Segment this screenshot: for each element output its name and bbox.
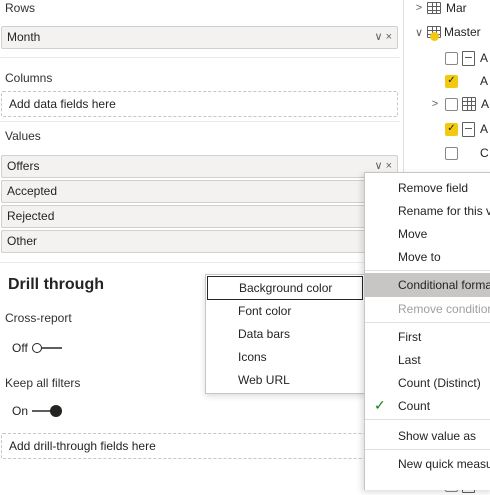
menu-item-rename[interactable]: Rename for this v [398, 204, 490, 218]
checkbox-checked[interactable]: ✓ [445, 74, 458, 88]
checkmark-icon: ✓ [374, 397, 386, 413]
menu-item-show-value-as[interactable]: Show value as [398, 429, 476, 443]
chevron-down-icon[interactable]: ∨ [374, 31, 382, 43]
checkbox[interactable] [445, 97, 458, 111]
table-row-mar[interactable]: > Mar [413, 0, 467, 18]
menu-item-web-url[interactable]: Web URL [238, 373, 290, 387]
values-field-label: Offers [7, 159, 40, 173]
values-field-offers[interactable]: Offers ∨ × [1, 155, 398, 178]
values-field-other[interactable]: Other [1, 230, 398, 253]
toggle-state-label: On [12, 404, 29, 418]
divider [0, 57, 400, 58]
field-row[interactable]: > A [429, 94, 489, 114]
values-field-label: Accepted [7, 184, 58, 198]
chevron-right-icon[interactable]: > [429, 98, 441, 110]
drill-through-title: Drill through [8, 276, 104, 293]
menu-item-conditional-formatting[interactable]: Conditional forma [398, 278, 490, 292]
checkbox[interactable] [445, 51, 458, 65]
menu-item-remove-conditional-formatting: Remove conditior [398, 302, 490, 316]
toggle-state-label: Off [12, 341, 28, 355]
menu-item-icons[interactable]: Icons [238, 350, 267, 364]
drill-through-dropzone[interactable]: Add drill-through fields here [1, 433, 398, 459]
divider [0, 262, 400, 263]
selected-badge-icon [430, 32, 439, 41]
values-field-rejected[interactable]: Rejected [1, 205, 398, 228]
menu-separator [365, 322, 490, 323]
field-row[interactable]: C [445, 143, 489, 163]
chevron-down-icon[interactable]: ∨ [413, 26, 425, 39]
close-icon[interactable]: × [386, 31, 392, 43]
menu-item-move-to[interactable]: Move to [398, 250, 441, 264]
chevron-down-icon[interactable]: ∨ [374, 160, 382, 172]
toggle-switch-on [32, 405, 63, 417]
cross-report-label: Cross-report [5, 311, 72, 325]
calculator-icon [462, 121, 475, 137]
values-field-label: Other [7, 234, 38, 248]
menu-item-count-distinct[interactable]: Count (Distinct) [398, 376, 481, 390]
menu-item-count[interactable]: Count [398, 399, 430, 413]
rows-field-label: Month [7, 30, 41, 44]
checkbox[interactable] [445, 146, 458, 160]
table-row-master[interactable]: ∨ Master [413, 22, 481, 42]
table-icon [427, 2, 441, 14]
menu-item-last[interactable]: Last [398, 353, 421, 367]
toggle-switch-off [31, 343, 62, 353]
calculator-icon [462, 50, 475, 66]
keep-filters-label: Keep all filters [5, 376, 81, 390]
values-label: Values [5, 129, 41, 143]
close-icon[interactable]: × [386, 160, 392, 172]
menu-separator [365, 449, 490, 450]
field-name: C [480, 146, 489, 160]
visualizations-pane: Rows Month ∨ × Columns Add data fields h… [0, 0, 400, 490]
rows-field-month[interactable]: Month ∨ × [1, 26, 398, 49]
cross-report-toggle[interactable]: Off [12, 341, 62, 355]
menu-item-move[interactable]: Move [398, 227, 427, 241]
chevron-right-icon[interactable]: > [413, 2, 425, 14]
menu-separator [365, 419, 490, 420]
menu-item-font-color[interactable]: Font color [238, 304, 291, 318]
values-field-label: Rejected [7, 209, 55, 223]
table-name: Master [444, 25, 481, 39]
values-field-accepted[interactable]: Accepted [1, 180, 398, 203]
field-name: A [480, 51, 489, 65]
field-name: A [480, 74, 489, 88]
field-row[interactable]: ✓ A [445, 71, 488, 91]
field-row[interactable]: ✓ A [445, 119, 488, 139]
table-icon [427, 26, 441, 41]
calendar-icon [462, 97, 476, 111]
menu-item-first[interactable]: First [398, 330, 421, 344]
columns-label: Columns [5, 71, 53, 85]
field-name: A [481, 97, 490, 111]
table-name: Mar [446, 1, 467, 15]
rows-label: Rows [5, 1, 36, 15]
menu-item-data-bars[interactable]: Data bars [238, 327, 290, 341]
menu-item-background-color[interactable]: Background color [207, 276, 363, 300]
columns-dropzone[interactable]: Add data fields here [1, 91, 398, 117]
checkbox-checked[interactable]: ✓ [445, 122, 458, 136]
field-context-menu: Remove field Rename for this v Move Move… [364, 172, 490, 490]
keep-filters-toggle[interactable]: On [12, 404, 63, 418]
field-name: A [480, 122, 489, 136]
menu-separator [365, 270, 490, 271]
menu-item-remove-field[interactable]: Remove field [398, 181, 468, 195]
field-row[interactable]: A [445, 48, 488, 68]
menu-item-new-quick-measure[interactable]: New quick measu [398, 457, 490, 471]
divider [0, 121, 400, 122]
conditional-formatting-submenu: Background color Font color Data bars Ic… [205, 274, 365, 394]
